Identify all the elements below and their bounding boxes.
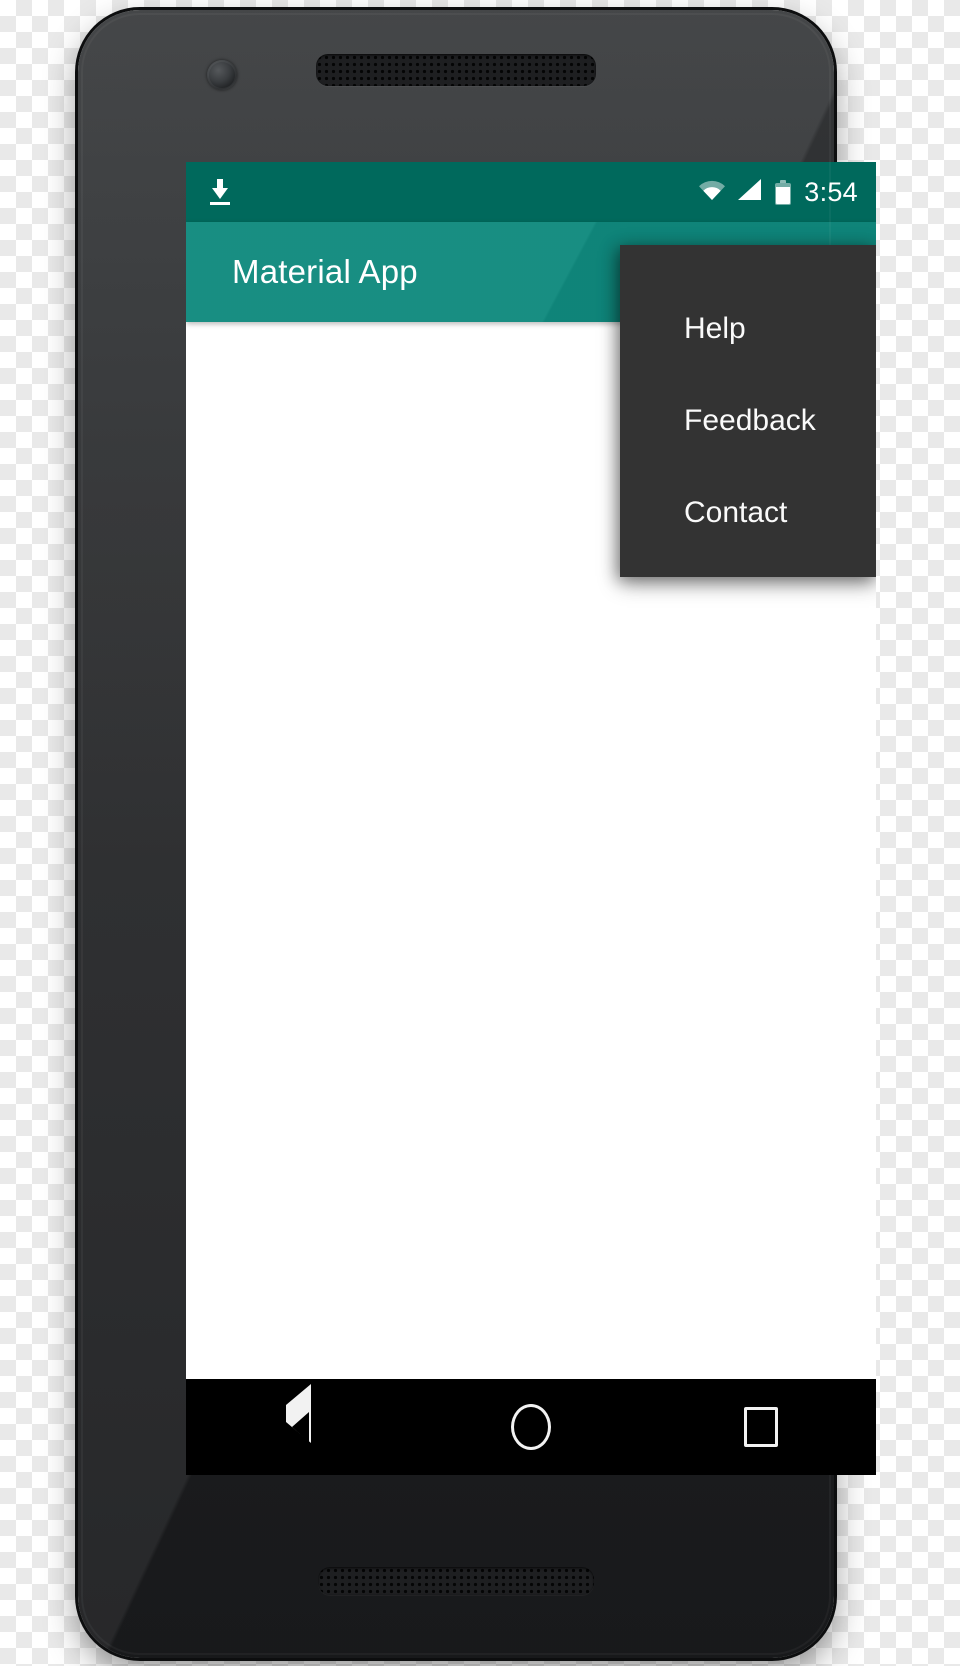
signal-icon: [738, 179, 762, 205]
bottom-speaker-grille: [318, 1567, 594, 1595]
recents-button[interactable]: [646, 1379, 876, 1475]
overflow-popup-menu[interactable]: Help Feedback Contact: [620, 245, 876, 577]
square-icon: [744, 1407, 778, 1447]
status-bar-right-icons: 3:54: [699, 176, 858, 207]
circle-icon: [511, 1404, 551, 1450]
status-bar-left-icons: [208, 177, 232, 207]
screenshot-stage: 3:54 Material App Help Feedback Contact: [0, 0, 960, 1666]
download-icon: [208, 177, 232, 207]
menu-item-contact[interactable]: Contact: [620, 467, 876, 559]
menu-item-feedback[interactable]: Feedback: [620, 375, 876, 467]
home-button[interactable]: [416, 1379, 646, 1475]
status-bar[interactable]: 3:54: [186, 162, 876, 222]
phone-device: 3:54 Material App Help Feedback Contact: [78, 10, 876, 1658]
front-camera-icon: [207, 60, 237, 90]
back-button[interactable]: [186, 1379, 416, 1475]
battery-icon: [775, 179, 792, 205]
system-navigation-bar: [186, 1379, 876, 1475]
menu-item-help[interactable]: Help: [620, 283, 876, 375]
wifi-icon: [699, 180, 726, 205]
earpiece-speaker-grille: [316, 54, 596, 86]
status-bar-clock: 3:54: [804, 176, 858, 207]
app-bar-title: Material App: [232, 253, 418, 290]
triangle-left-icon: [286, 1384, 316, 1449]
phone-screen: 3:54 Material App Help Feedback Contact: [186, 162, 876, 1475]
